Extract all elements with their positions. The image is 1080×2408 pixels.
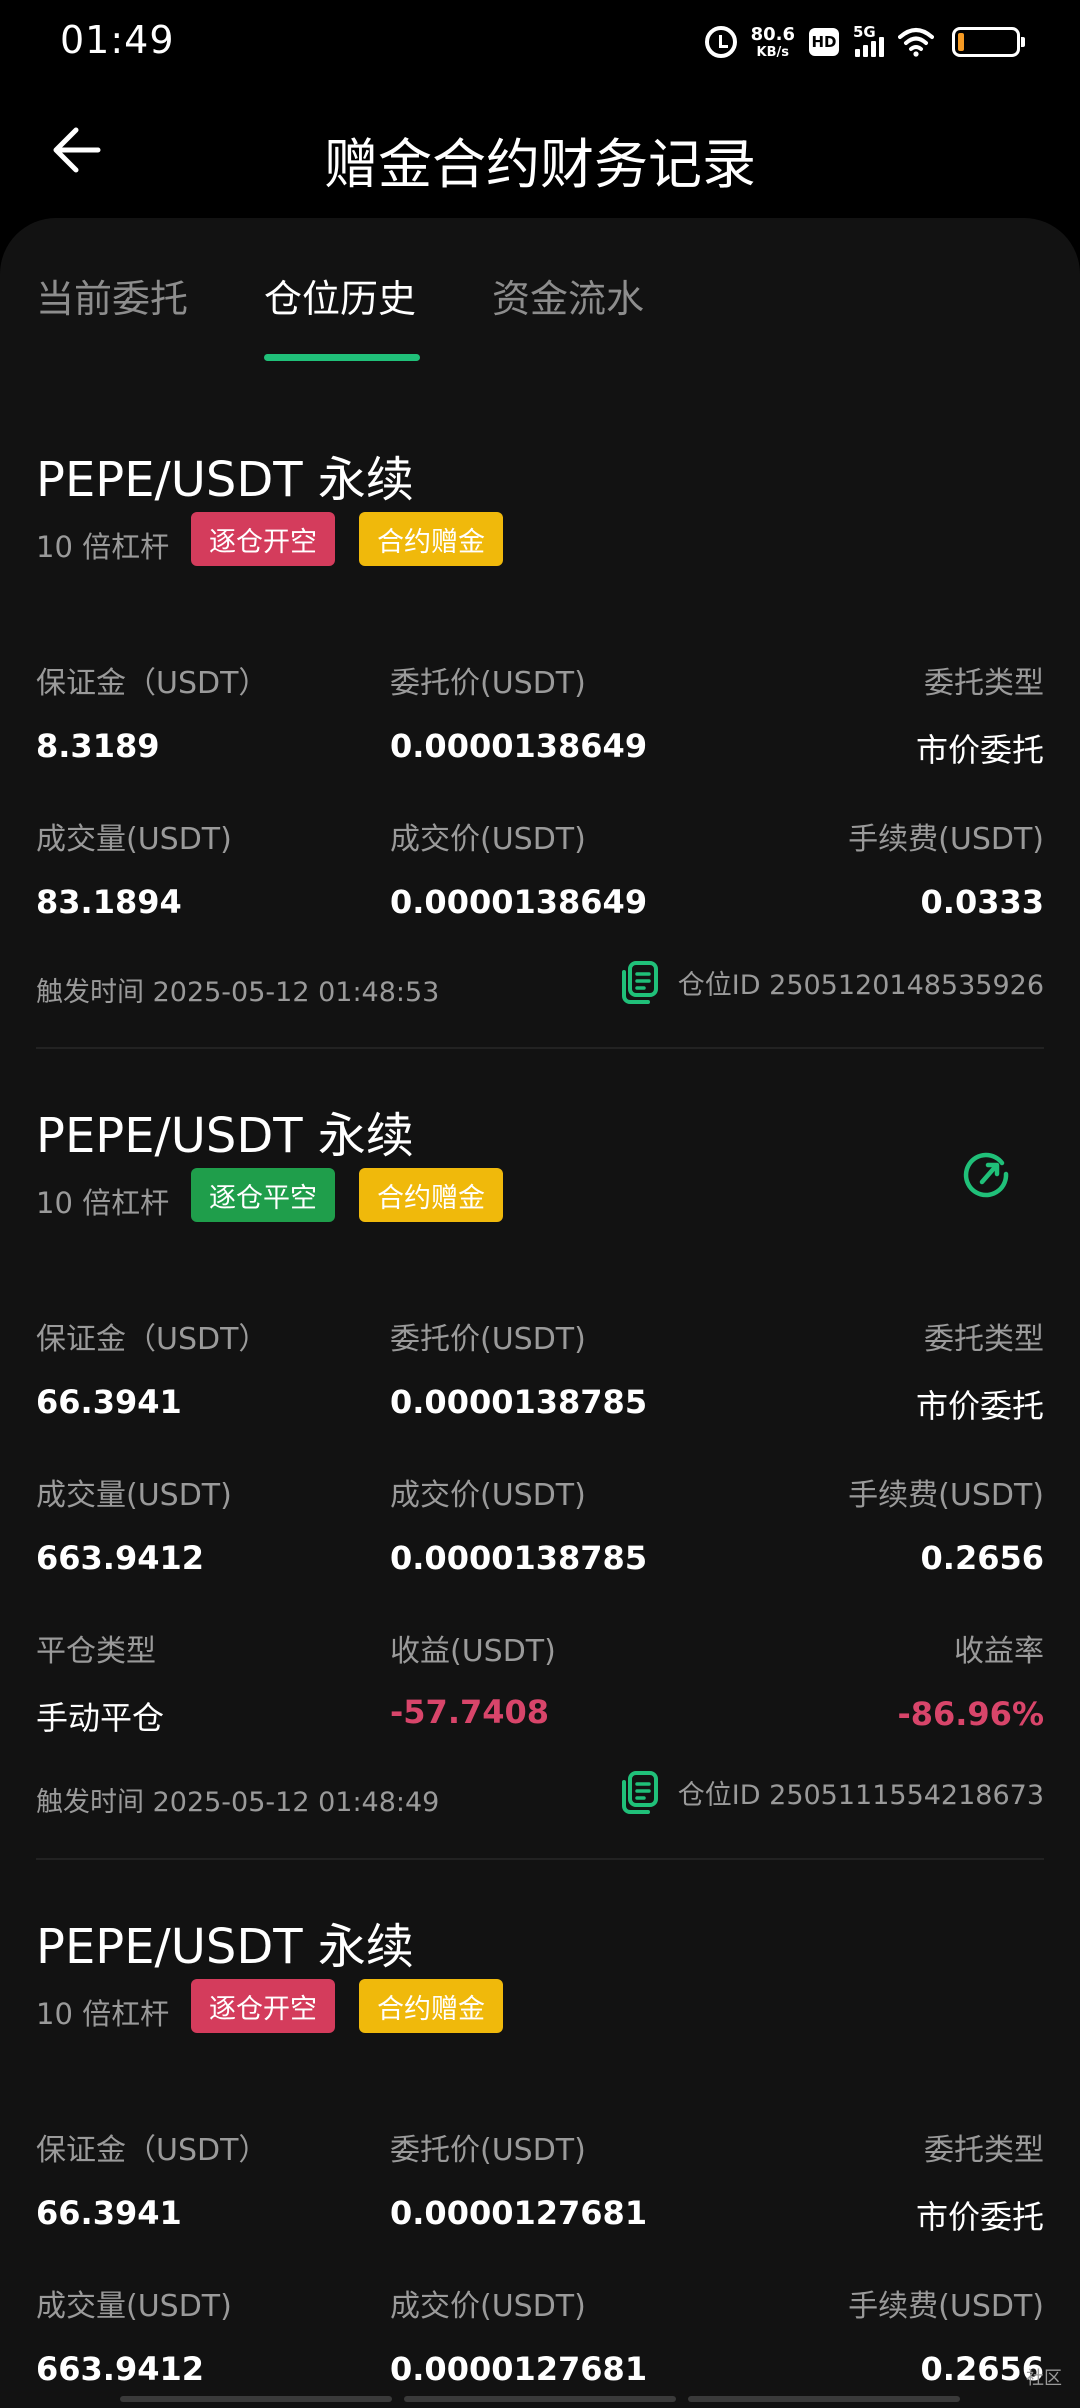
net-speed: 80.6 KB/s xyxy=(750,23,795,60)
position-id: 仓位ID 2505120148535926 xyxy=(678,963,1044,1002)
header: 赠金合约财务记录 xyxy=(0,80,1080,220)
order-price-label: 委托价(USDT) xyxy=(390,2133,586,2168)
order-price-label: 委托价(USDT) xyxy=(390,1322,586,1357)
trigger-time-label: 触发时间 xyxy=(36,977,144,1008)
pnl-rate-label: 收益率 xyxy=(954,1634,1044,1669)
copy-doc-icon[interactable] xyxy=(620,960,660,1004)
signal-icon: 5G xyxy=(853,23,884,57)
trigger-time: 触发时间 2025-05-12 01:48:53 xyxy=(36,970,439,1009)
record-card[interactable]: PEPE/USDT 永续 10 倍杠杆 逐仓开空 合约赠金 保证金（USDT） … xyxy=(36,1907,1044,2407)
position-id-value: 2505120148535926 xyxy=(769,969,1044,1001)
network-type: 5G xyxy=(853,23,876,41)
record-card[interactable]: PEPE/USDT 永续 10 倍杠杆 逐仓开空 合约赠金 保证金（USDT） … xyxy=(36,440,1044,1008)
trigger-time: 触发时间 2025-05-12 01:48:49 xyxy=(36,1780,439,1819)
volume-value: 663.9412 xyxy=(36,1539,205,1577)
volume-label: 成交量(USDT) xyxy=(36,2289,232,2324)
record-title: PEPE/USDT 永续 xyxy=(36,452,414,508)
trigger-time-label: 触发时间 xyxy=(36,1787,144,1818)
order-type-label: 委托类型 xyxy=(924,666,1044,701)
close-type-value: 手动平仓 xyxy=(36,1699,165,1737)
trigger-time-value: 2025-05-12 01:48:49 xyxy=(152,1787,440,1818)
margin-value: 66.3941 xyxy=(36,2194,182,2232)
divider xyxy=(36,1047,1044,1049)
margin-label: 保证金（USDT） xyxy=(36,1322,269,1357)
pnl-rate-value: -86.96% xyxy=(897,1695,1044,1733)
fill-price-label: 成交价(USDT) xyxy=(390,2289,586,2324)
status-bar: 01:49 80.6 KB/s HD 5G xyxy=(0,0,1080,80)
side-badge: 逐仓开空 xyxy=(191,512,335,566)
volume-value: 663.9412 xyxy=(36,2350,205,2388)
order-type-label: 委托类型 xyxy=(924,2133,1044,2168)
bonus-badge: 合约赠金 xyxy=(359,512,503,566)
fill-price-label: 成交价(USDT) xyxy=(390,822,586,857)
bonus-badge: 合约赠金 xyxy=(359,1979,503,2033)
bottom-nav-hint xyxy=(120,2396,960,2402)
order-price-value: 0.0000138649 xyxy=(390,727,648,765)
order-type-value: 市价委托 xyxy=(915,731,1044,769)
net-speed-value: 80.6 xyxy=(750,23,795,45)
page-title: 赠金合约财务记录 xyxy=(324,133,756,196)
record-leverage: 10 倍杠杆 xyxy=(36,1997,170,2031)
alarm-icon xyxy=(704,26,737,58)
margin-label: 保证金（USDT） xyxy=(36,2133,269,2168)
margin-label: 保证金（USDT） xyxy=(36,666,269,701)
record-leverage: 10 倍杠杆 xyxy=(36,1186,170,1220)
fill-price-value: 0.0000138649 xyxy=(390,883,648,921)
tab-bar: 当前委托 仓位历史 资金流水 xyxy=(0,218,1080,368)
tab-position-history[interactable]: 仓位历史 xyxy=(264,268,416,323)
pnl-value: -57.7408 xyxy=(390,1693,550,1731)
fee-label: 手续费(USDT) xyxy=(848,2289,1044,2324)
side-badge: 逐仓平空 xyxy=(191,1168,335,1222)
fee-value: 0.0333 xyxy=(920,883,1044,921)
tab-active-indicator xyxy=(264,354,420,361)
side-badge: 逐仓开空 xyxy=(191,1979,335,2033)
net-speed-unit: KB/s xyxy=(756,44,790,60)
tab-current-orders[interactable]: 当前委托 xyxy=(36,268,188,323)
order-price-value: 0.0000138785 xyxy=(390,1383,648,1421)
status-time: 01:49 xyxy=(60,18,175,62)
status-icons: 80.6 KB/s HD 5G xyxy=(704,22,1025,62)
position-id-label: 仓位ID xyxy=(677,969,761,1001)
margin-value: 8.3189 xyxy=(36,727,160,765)
copy-doc-icon[interactable] xyxy=(620,1770,660,1814)
trigger-time-value: 2025-05-12 01:48:53 xyxy=(152,977,440,1008)
record-title: PEPE/USDT 永续 xyxy=(36,1108,414,1164)
battery-icon xyxy=(952,27,1025,57)
tab-fund-flow[interactable]: 资金流水 xyxy=(492,268,644,323)
position-id-row: 仓位ID 2505120148535926 xyxy=(620,960,1044,1004)
main-content: 当前委托 仓位历史 资金流水 PEPE/USDT 永续 10 倍杠杆 逐仓开空 … xyxy=(0,218,1080,2408)
watermark: 社区 xyxy=(1026,2368,1062,2389)
position-id-label: 仓位ID xyxy=(677,1779,761,1811)
position-id-value: 2505111554218673 xyxy=(769,1779,1044,1811)
record-title: PEPE/USDT 永续 xyxy=(36,1919,414,1975)
order-type-value: 市价委托 xyxy=(915,1387,1044,1425)
record-leverage: 10 倍杠杆 xyxy=(36,530,170,564)
volume-value: 83.1894 xyxy=(36,883,182,921)
fee-label: 手续费(USDT) xyxy=(848,822,1044,857)
divider xyxy=(36,1858,1044,1860)
position-id-row: 仓位ID 2505111554218673 xyxy=(620,1770,1044,1814)
bonus-badge: 合约赠金 xyxy=(359,1168,503,1222)
position-id: 仓位ID 2505111554218673 xyxy=(678,1773,1044,1812)
hd-icon: HD xyxy=(809,28,839,56)
order-type-value: 市价委托 xyxy=(915,2198,1044,2236)
fill-price-value: 0.0000127681 xyxy=(390,2350,648,2388)
fill-price-value: 0.0000138785 xyxy=(390,1539,648,1577)
fee-value: 0.2656 xyxy=(920,1539,1044,1577)
volume-label: 成交量(USDT) xyxy=(36,822,232,857)
volume-label: 成交量(USDT) xyxy=(36,1478,232,1513)
fee-label: 手续费(USDT) xyxy=(848,1478,1044,1513)
order-type-label: 委托类型 xyxy=(924,1322,1044,1357)
pnl-label: 收益(USDT) xyxy=(390,1634,556,1669)
wifi-icon xyxy=(898,28,934,57)
order-price-label: 委托价(USDT) xyxy=(390,666,586,701)
order-price-value: 0.0000127681 xyxy=(390,2194,648,2232)
close-type-label: 平仓类型 xyxy=(36,1634,156,1669)
share-icon[interactable] xyxy=(958,1146,1014,1202)
margin-value: 66.3941 xyxy=(36,1383,182,1421)
fill-price-label: 成交价(USDT) xyxy=(390,1478,586,1513)
record-card[interactable]: PEPE/USDT 永续 10 倍杠杆 逐仓平空 合约赠金 保证金（USDT） … xyxy=(36,1096,1044,1818)
